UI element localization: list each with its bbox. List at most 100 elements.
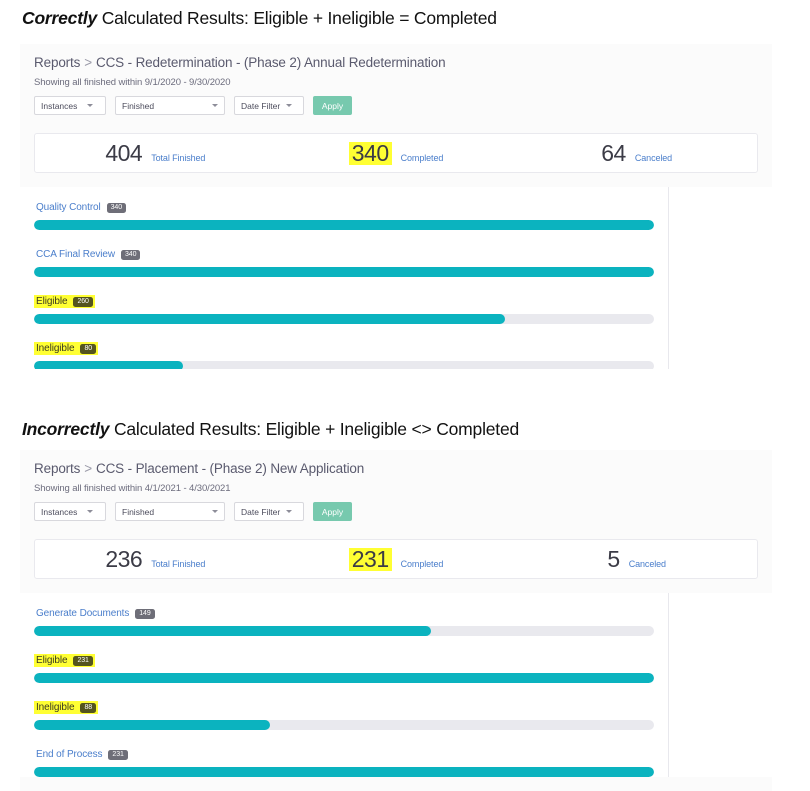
bar-fill <box>34 267 654 277</box>
date-filter-select[interactable]: Date Filter <box>234 502 304 521</box>
bar-track <box>34 361 654 369</box>
bar-label-group: Eligible 231 <box>34 654 95 667</box>
stat-canceled-label: Canceled <box>629 559 666 569</box>
bar-fill <box>34 626 431 636</box>
bar-label-group: End of Process 231 <box>34 748 130 761</box>
bar-label[interactable]: Ineligible <box>36 702 74 713</box>
bar-row: Ineligible 88 <box>20 697 772 730</box>
bar-count-badge: 231 <box>73 656 92 666</box>
breadcrumb: Reports>CCS - Redetermination - (Phase 2… <box>34 55 758 70</box>
stat-completed: 340 Completed <box>276 142 517 165</box>
progress-bars-area: Quality Control 340 CCA Final Review 340… <box>20 187 772 369</box>
filter-row: Instances Finished Date Filter Apply <box>34 96 758 115</box>
instances-select-value: Instances <box>41 101 77 111</box>
bar-count-badge: 260 <box>73 297 92 307</box>
status-select-value: Finished <box>122 101 154 111</box>
bar-track <box>34 314 654 324</box>
summary-stats-card: 404 Total Finished 340 Completed 64 Canc… <box>34 133 758 173</box>
stat-canceled-value: 5 <box>607 548 619 571</box>
bar-fill <box>34 767 654 777</box>
bar-row: Ineligible 80 <box>20 338 772 369</box>
bar-label-group: CCA Final Review 340 <box>34 248 142 261</box>
breadcrumb-separator-icon: > <box>80 55 96 70</box>
bar-label[interactable]: End of Process <box>36 749 102 760</box>
breadcrumb-current: CCS - Redetermination - (Phase 2) Annual… <box>96 55 446 70</box>
page-title-correct: Correctly Calculated Results: Eligible +… <box>22 8 497 29</box>
stat-total-finished: 404 Total Finished <box>35 142 276 165</box>
bar-label[interactable]: Eligible <box>36 296 67 307</box>
chevron-down-icon <box>212 510 218 513</box>
page-title-correct-emphasis: Correctly <box>22 8 97 28</box>
bar-fill <box>34 673 654 683</box>
summary-stats-card: 236 Total Finished 231 Completed 5 Cance… <box>34 539 758 579</box>
bar-label-group: Generate Documents 149 <box>34 607 157 620</box>
status-select-value: Finished <box>122 507 154 517</box>
bar-label-group: Ineligible 88 <box>34 701 98 714</box>
apply-button[interactable]: Apply <box>313 96 352 115</box>
bar-row: Generate Documents 149 <box>20 603 772 636</box>
stat-completed-value: 340 <box>349 142 392 165</box>
bar-track <box>34 220 654 230</box>
bar-row: Quality Control 340 <box>20 197 772 230</box>
bar-fill <box>34 720 270 730</box>
breadcrumb: Reports>CCS - Placement - (Phase 2) New … <box>34 461 758 476</box>
bar-label-group: Ineligible 80 <box>34 342 98 355</box>
bar-track <box>34 626 654 636</box>
bar-label[interactable]: Ineligible <box>36 343 74 354</box>
stat-completed-label: Completed <box>401 153 444 163</box>
breadcrumb-root[interactable]: Reports <box>34 461 80 476</box>
bar-count-badge: 80 <box>80 344 96 354</box>
stat-total-finished-value: 404 <box>105 142 142 165</box>
bar-track <box>34 673 654 683</box>
stat-canceled: 5 Canceled <box>516 548 757 571</box>
stat-canceled: 64 Canceled <box>516 142 757 165</box>
bar-track <box>34 267 654 277</box>
bar-label[interactable]: Eligible <box>36 655 67 666</box>
date-filter-select-value: Date Filter <box>241 101 280 111</box>
bar-count-badge: 340 <box>107 203 126 213</box>
progress-bars-area: Generate Documents 149 Eligible 231 Inel… <box>20 593 772 777</box>
status-select[interactable]: Finished <box>115 502 225 521</box>
chart-divider <box>668 593 669 777</box>
bar-track <box>34 767 654 777</box>
status-select[interactable]: Finished <box>115 96 225 115</box>
bar-fill <box>34 220 654 230</box>
bar-row: Eligible 231 <box>20 650 772 683</box>
bar-fill <box>34 314 505 324</box>
bar-label[interactable]: Quality Control <box>36 202 101 213</box>
instances-select[interactable]: Instances <box>34 502 106 521</box>
showing-range-text: Showing all finished within 9/1/2020 - 9… <box>34 77 758 88</box>
bar-track <box>34 720 654 730</box>
breadcrumb-separator-icon: > <box>80 461 96 476</box>
bar-count-badge: 231 <box>108 750 127 760</box>
bar-row: CCA Final Review 340 <box>20 244 772 277</box>
date-filter-select[interactable]: Date Filter <box>234 96 304 115</box>
bar-count-badge: 88 <box>80 703 96 713</box>
breadcrumb-root[interactable]: Reports <box>34 55 80 70</box>
bar-row: Eligible 260 <box>20 291 772 324</box>
page-title-incorrect-emphasis: Incorrectly <box>22 419 109 439</box>
chevron-down-icon <box>286 104 292 107</box>
report-panel-placement: Reports>CCS - Placement - (Phase 2) New … <box>20 450 772 791</box>
page-title-correct-rest: Calculated Results: Eligible + Ineligibl… <box>97 8 497 28</box>
bar-label[interactable]: CCA Final Review <box>36 249 115 260</box>
instances-select[interactable]: Instances <box>34 96 106 115</box>
stat-completed-label: Completed <box>401 559 444 569</box>
filter-row: Instances Finished Date Filter Apply <box>34 502 758 521</box>
panel-header: Reports>CCS - Redetermination - (Phase 2… <box>20 44 772 125</box>
page-title-incorrect: Incorrectly Calculated Results: Eligible… <box>22 419 519 440</box>
chevron-down-icon <box>286 510 292 513</box>
bar-count-badge: 340 <box>121 250 140 260</box>
bar-label-group: Quality Control 340 <box>34 201 128 214</box>
breadcrumb-current: CCS - Placement - (Phase 2) New Applicat… <box>96 461 364 476</box>
showing-range-text: Showing all finished within 4/1/2021 - 4… <box>34 483 758 494</box>
stat-canceled-label: Canceled <box>635 153 672 163</box>
page-title-incorrect-rest: Calculated Results: Eligible + Ineligibl… <box>109 419 519 439</box>
report-panel-redetermination: Reports>CCS - Redetermination - (Phase 2… <box>20 44 772 369</box>
apply-button[interactable]: Apply <box>313 502 352 521</box>
stat-total-finished: 236 Total Finished <box>35 548 276 571</box>
bar-row: End of Process 231 <box>20 744 772 777</box>
stat-total-finished-label: Total Finished <box>151 559 205 569</box>
bar-fill <box>34 361 183 369</box>
bar-label[interactable]: Generate Documents <box>36 608 129 619</box>
